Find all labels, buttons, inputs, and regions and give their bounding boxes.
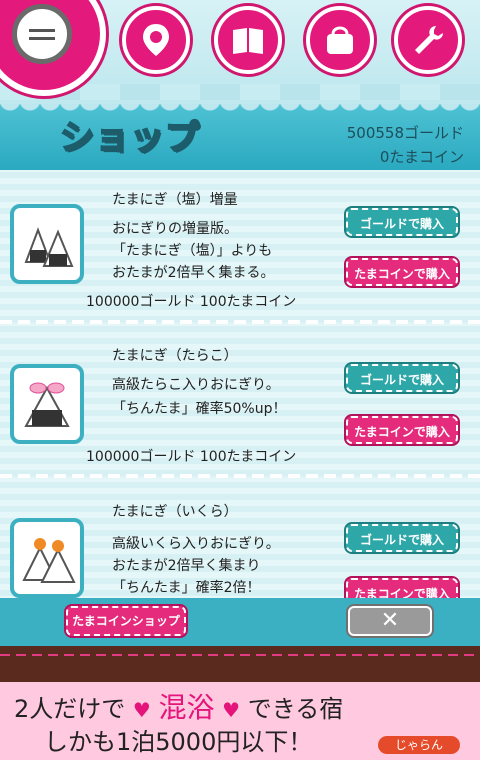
buy-with-gold-button[interactable]: ゴールドで購入 <box>346 208 458 236</box>
book-icon <box>233 28 263 54</box>
wrench-icon <box>415 26 443 54</box>
item-desc-line: 「ちんたま」確率2倍！ <box>112 580 261 596</box>
chocolate-divider <box>0 646 480 682</box>
onigiri-icon <box>22 538 76 583</box>
item-desc-line: 「ちんたま」確率50%up！ <box>112 401 287 417</box>
item-name: たまにぎ（いくら） <box>112 504 238 520</box>
buy-with-coin-button[interactable]: たまコインで購入 <box>346 416 458 444</box>
item-desc-line: 高級たらこ入りおにぎり。 <box>112 377 280 393</box>
buy-with-gold-button[interactable]: ゴールドで購入 <box>346 364 458 392</box>
ad-text: 2人だけで <box>14 695 126 723</box>
buy-with-gold-button[interactable]: ゴールドで購入 <box>346 524 458 552</box>
item-desc-line: おたまが2倍早く集まる。 <box>112 265 275 281</box>
heart-icon: ♥ <box>222 698 241 722</box>
onigiri-face-icon <box>12 4 72 64</box>
close-button[interactable]: ✕ <box>348 606 432 636</box>
item-thumbnail <box>10 518 84 598</box>
list-item: たまにぎ（たらこ） 高級たらこ入りおにぎり。 「ちんたま」確率50%up！ 10… <box>0 324 480 476</box>
item-price: 100000ゴールド 100たまコイン <box>86 294 297 310</box>
onigiri-icon <box>24 227 74 267</box>
item-desc-line: おたまが2倍早く集まり <box>112 558 261 574</box>
ad-highlight-text: 混浴 <box>158 691 215 724</box>
buy-with-coin-button[interactable]: たまコインで購入 <box>346 578 458 600</box>
map-button[interactable] <box>122 6 190 74</box>
coin-balance: 0たまコイン <box>379 148 464 166</box>
book-button[interactable] <box>214 6 282 74</box>
item-price: 100000ゴールド 100たまコイン <box>86 449 297 465</box>
map-pin-icon <box>143 24 169 56</box>
bag-button[interactable] <box>306 6 374 74</box>
ad-text: できる宿 <box>247 695 344 723</box>
ad-text-line1: 2人だけで ♥ 混浴 ♥ できる宿 <box>14 686 343 726</box>
item-desc-line: 高級いくら入りおにぎり。 <box>112 536 280 552</box>
coin-shop-button[interactable]: たまコインショップ <box>66 606 186 636</box>
shop-item-list[interactable]: たまにぎ（塩）増量 おにぎりの増量版。 「たまにぎ（塩）」よりも おたまが2倍早… <box>0 170 480 600</box>
heart-icon: ♥ <box>132 698 151 722</box>
list-item: たまにぎ（いくら） 高級いくら入りおにぎり。 おたまが2倍早く集まり 「ちんたま… <box>0 478 480 600</box>
bag-icon <box>327 26 353 54</box>
shop-title: ショップ <box>59 117 200 159</box>
item-desc-line: 「たまにぎ（塩）」よりも <box>112 243 273 259</box>
item-thumbnail <box>10 204 84 284</box>
item-name: たまにぎ（たらこ） <box>112 348 238 364</box>
buy-with-coin-button[interactable]: たまコインで購入 <box>346 258 458 286</box>
ad-text-line2: しかも1泊5000円以下！ <box>44 728 313 756</box>
list-item: たまにぎ（塩）増量 おにぎりの増量版。 「たまにぎ（塩）」よりも おたまが2倍早… <box>0 170 480 322</box>
ad-brand-logo: じゃらん <box>378 736 460 754</box>
settings-button[interactable] <box>394 6 462 74</box>
gold-balance: 500558ゴールド <box>346 124 464 142</box>
item-thumbnail <box>10 364 84 444</box>
item-name: たまにぎ（塩）増量 <box>112 192 238 208</box>
onigiri-icon <box>24 382 70 427</box>
item-desc-line: おにぎりの増量版。 <box>112 221 238 237</box>
